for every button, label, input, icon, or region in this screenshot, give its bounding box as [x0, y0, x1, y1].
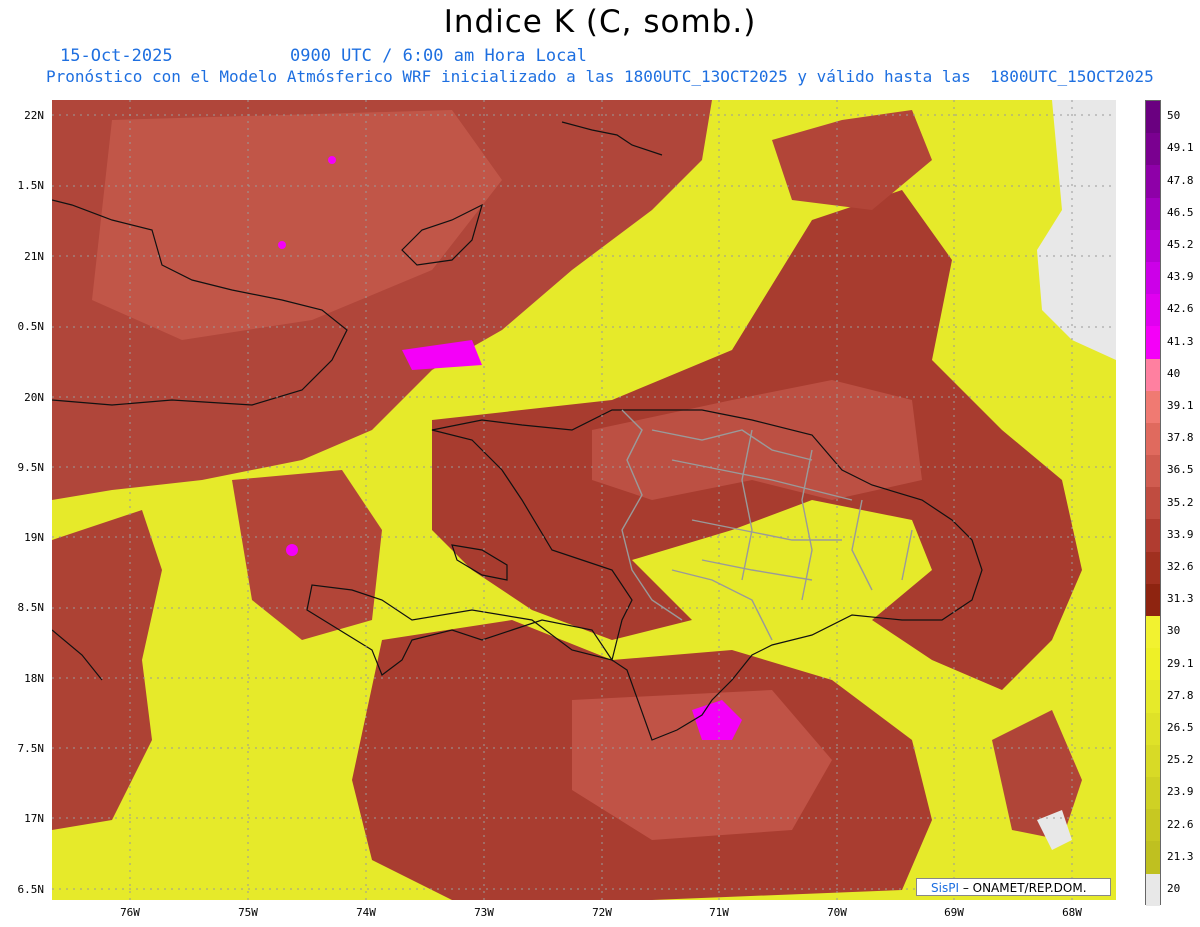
no-data-area [1037, 100, 1116, 360]
colorbar-label: 20 [1167, 881, 1181, 895]
colorbar-label: 30 [1167, 624, 1181, 638]
k-index-hotspot [286, 544, 298, 556]
colorbar-label: 45.2 [1167, 237, 1194, 251]
colorbar-label: 35.2 [1167, 495, 1194, 509]
k-index-region-northeast [772, 110, 932, 210]
lat-label: 21N [24, 250, 44, 263]
colorbar-label: 50 [1167, 109, 1181, 123]
colorbar-swatch [1146, 101, 1160, 134]
colorbar-swatch [1146, 583, 1160, 616]
map-title: Indice K (C, somb.) [443, 4, 757, 40]
colorbar-label: 41.3 [1167, 334, 1194, 348]
lon-label: 76W [120, 906, 140, 919]
lon-label: 75W [238, 906, 258, 919]
colorbar-swatch [1146, 455, 1160, 488]
colorbar-swatch [1146, 776, 1160, 810]
colorbar-swatch [1146, 165, 1160, 198]
colorbar-swatch [1146, 873, 1160, 906]
colorbar-label: 27.8 [1167, 688, 1194, 702]
colorbar-swatch [1146, 744, 1160, 777]
lat-label: 6.5N [17, 883, 45, 896]
colorbar-label: 47.8 [1167, 173, 1194, 187]
lat-label: 20N [24, 391, 44, 404]
colorbar-swatch [1146, 261, 1160, 295]
lat-label: 1.5N [17, 179, 45, 192]
colorbar-swatch [1146, 422, 1160, 456]
colorbar-swatch [1146, 551, 1160, 584]
forecast-time: 0900 UTC / 6:00 am Hora Local [290, 46, 587, 66]
k-index-region-west [52, 510, 162, 830]
lon-label: 74W [356, 906, 376, 919]
colorbar-label: 22.6 [1167, 817, 1194, 831]
lat-label: 8.5N [17, 601, 45, 614]
k-index-region-east [992, 710, 1082, 840]
colorbar-label: 31.3 [1167, 592, 1194, 606]
lon-label: 73W [474, 906, 494, 919]
credit-text: – ONAMET/REP.DOM. [962, 881, 1087, 895]
colorbar-swatch [1146, 648, 1160, 681]
lat-label: 0.5N [17, 320, 45, 333]
k-index-hotspot [278, 241, 286, 249]
lon-label: 72W [592, 906, 612, 919]
colorbar-swatch [1146, 487, 1160, 520]
lon-label: 69W [944, 906, 964, 919]
colorbar [1145, 100, 1161, 906]
colorbar-swatch [1146, 680, 1160, 713]
credit-brand: SisPI [931, 881, 959, 895]
colorbar-swatch [1146, 712, 1160, 745]
forecast-description: Pronóstico con el Modelo Atmósferico WRF… [46, 67, 1154, 86]
k-index-map [52, 100, 1116, 900]
colorbar-swatch [1146, 358, 1160, 391]
colorbar-swatch [1146, 133, 1160, 166]
lon-label: 71W [709, 906, 729, 919]
lon-label: 70W [827, 906, 847, 919]
colorbar-label: 43.9 [1167, 270, 1194, 284]
map-layers [52, 100, 1116, 900]
lat-label: 9.5N [17, 461, 45, 474]
lon-label: 68W [1062, 906, 1082, 919]
colorbar-swatch [1146, 390, 1160, 423]
colorbar-label: 25.2 [1167, 753, 1194, 767]
colorbar-label: 32.6 [1167, 559, 1194, 573]
colorbar-swatch [1146, 197, 1160, 230]
lat-label: 19N [24, 531, 44, 544]
colorbar-label: 49.1 [1167, 141, 1194, 155]
colorbar-label: 26.5 [1167, 720, 1194, 734]
colorbar-label: 36.5 [1167, 463, 1194, 477]
colorbar-swatch [1146, 841, 1160, 874]
colorbar-label: 46.5 [1167, 205, 1194, 219]
colorbar-swatch [1146, 519, 1160, 552]
colorbar-swatch [1146, 294, 1160, 327]
colorbar-label: 40 [1167, 366, 1181, 380]
lat-label: 17N [24, 812, 44, 825]
k-index-region-cuba-east [232, 470, 382, 640]
colorbar-label: 42.6 [1167, 302, 1194, 316]
colorbar-swatch [1146, 616, 1160, 649]
colorbar-label: 33.9 [1167, 527, 1194, 541]
colorbar-label: 29.1 [1167, 656, 1194, 670]
colorbar-label: 37.8 [1167, 431, 1194, 445]
lat-label: 22N [24, 109, 44, 122]
colorbar-swatch [1146, 809, 1160, 842]
lat-label: 18N [24, 672, 44, 685]
colorbar-swatch [1146, 326, 1160, 359]
colorbar-label: 23.9 [1167, 785, 1194, 799]
colorbar-swatch [1146, 229, 1160, 262]
colorbar-label: 39.1 [1167, 398, 1194, 412]
credit-box: SisPI – ONAMET/REP.DOM. [916, 878, 1111, 896]
colorbar-label: 21.3 [1167, 849, 1194, 863]
lat-label: 7.5N [17, 742, 45, 755]
k-index-hotspot [328, 156, 336, 164]
forecast-date: 15-Oct-2025 [60, 46, 173, 66]
